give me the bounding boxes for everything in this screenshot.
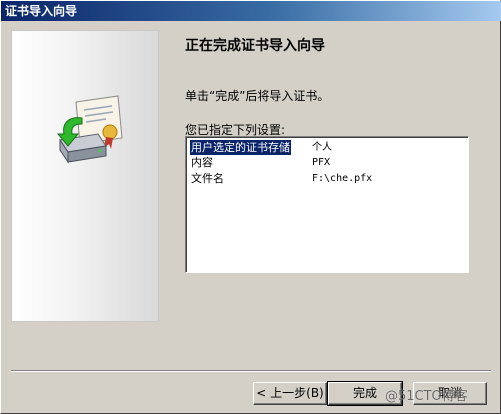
wizard-heading: 正在完成证书导入向导 — [185, 38, 325, 54]
settings-key: 文件名 — [191, 172, 224, 185]
settings-key: 内容 — [191, 156, 213, 169]
wizard-instruction: 单击“完成”后将导入证书。 — [185, 89, 330, 103]
settings-value: 个人 — [312, 142, 332, 153]
settings-value: F:\che.pfx — [312, 173, 373, 184]
certificate-import-icon — [56, 95, 123, 164]
title-bar[interactable]: 证书导入向导 — [1, 1, 501, 21]
watermark: @51CTO博客 — [385, 389, 468, 404]
settings-key: 用户选定的证书存储 — [189, 139, 292, 156]
back-button[interactable]: < 上一步(B) — [253, 382, 327, 405]
settings-value: PFX — [312, 157, 331, 168]
window-title: 证书导入向导 — [5, 4, 78, 18]
wizard-side-panel — [11, 30, 159, 322]
settings-list[interactable]: 用户选定的证书存储 个人 内容 PFX 文件名 F:\che.pfx — [185, 136, 469, 273]
settings-row[interactable]: 用户选定的证书存储 个人 — [189, 139, 459, 156]
certificate-import-wizard-window: 证书导入向导 正在完成证书导入向导 单击“完成”后将导入证书。 您已指定下列设置… — [0, 0, 501, 414]
settings-row[interactable]: 文件名 F:\che.pfx — [189, 171, 459, 186]
settings-row[interactable]: 内容 PFX — [189, 155, 459, 170]
button-separator — [11, 370, 491, 372]
